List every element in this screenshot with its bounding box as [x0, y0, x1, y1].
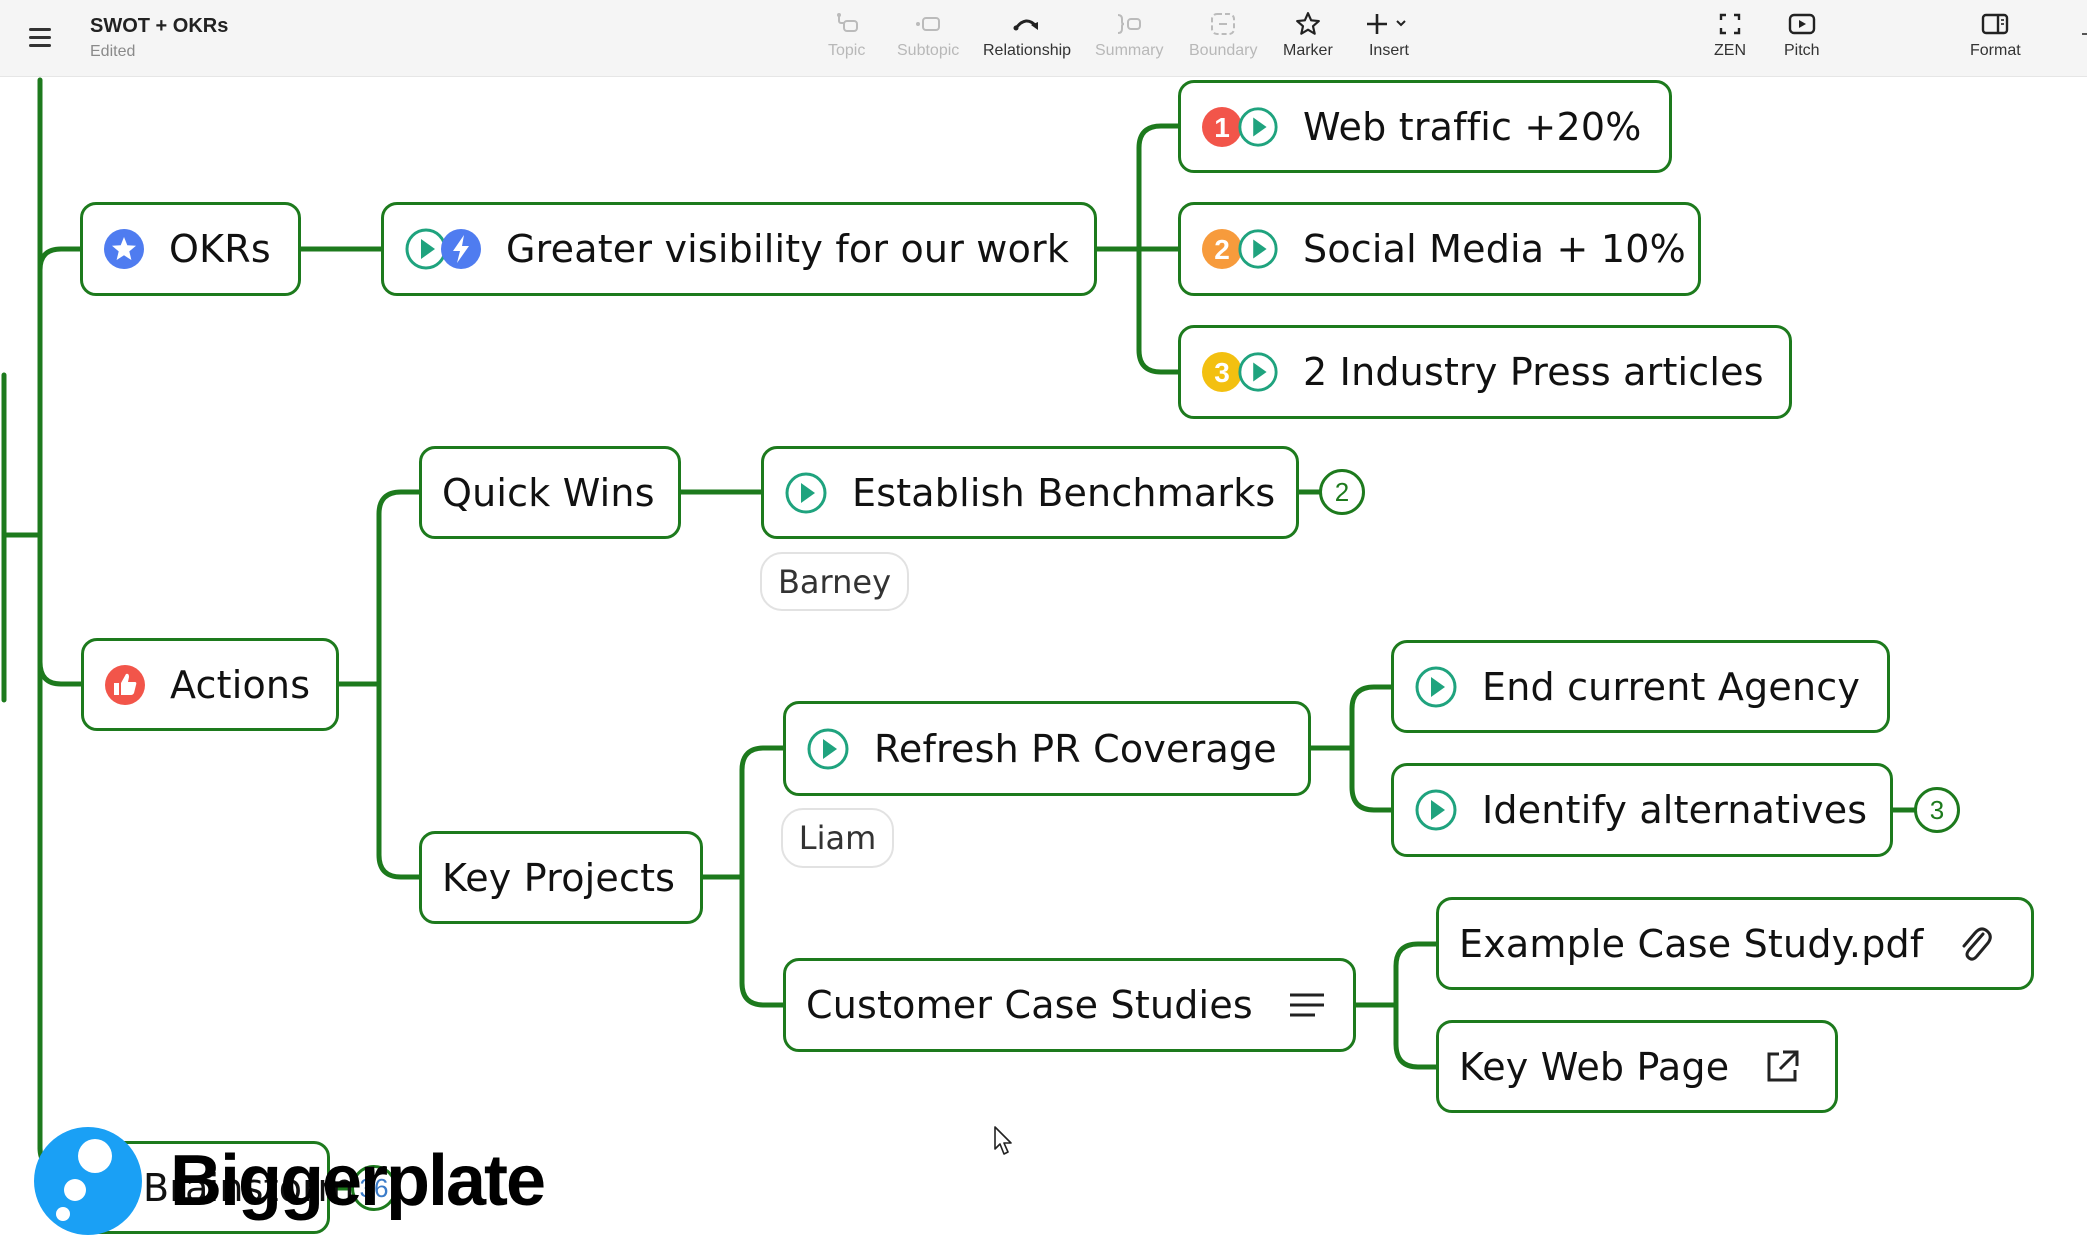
topic-social-media[interactable]: 2 Social Media + 10%	[1178, 202, 1701, 296]
toolbar: SWOT + OKRs Edited Topic Subtopic Relati…	[0, 0, 2087, 77]
task-start-icon	[1237, 228, 1279, 270]
format-panel-icon	[1980, 10, 2010, 38]
overflow-indicator	[2082, 33, 2087, 35]
topic-label: 2 Industry Press articles	[1303, 350, 1764, 394]
assignee-label-barney[interactable]: Barney	[760, 552, 909, 611]
watermark-text: Biggerplate	[170, 1141, 546, 1221]
topic-icon	[832, 10, 862, 38]
biggerplate-logo	[34, 1127, 142, 1235]
boundary-icon	[1208, 10, 1238, 38]
task-start-icon	[1237, 351, 1279, 393]
summary-brace-icon	[1114, 10, 1144, 38]
task-start-icon	[1414, 665, 1458, 709]
topic-refresh-pr-coverage[interactable]: Refresh PR Coverage	[783, 701, 1311, 796]
task-start-icon	[1237, 106, 1279, 148]
topic-label: Example Case Study.pdf	[1459, 921, 1924, 966]
collapsed-count-badge[interactable]: 3	[1914, 787, 1960, 833]
zen-button[interactable]: ZEN	[1714, 10, 1746, 70]
pitch-button[interactable]: Pitch	[1784, 10, 1820, 70]
svg-text:2: 2	[1214, 234, 1230, 265]
summary-button[interactable]: Summary	[1095, 10, 1163, 70]
relationship-button[interactable]: Relationship	[983, 10, 1071, 70]
topic-label: Key Web Page	[1459, 1044, 1730, 1089]
topic-label: End current Agency	[1482, 664, 1861, 709]
topic-label: Quick Wins	[442, 470, 655, 515]
topic-customer-case-studies[interactable]: Customer Case Studies	[783, 958, 1356, 1052]
topic-actions[interactable]: Actions	[81, 638, 339, 731]
svg-text:3: 3	[1214, 357, 1230, 388]
mouse-cursor-icon	[993, 1125, 1015, 1161]
chevron-down-icon	[1396, 20, 1406, 27]
topic-establish-benchmarks[interactable]: Establish Benchmarks	[761, 446, 1299, 539]
topic-label: Actions	[170, 662, 311, 707]
insert-button[interactable]: Insert	[1365, 10, 1413, 70]
star-marker-icon	[103, 228, 145, 270]
topic-label: Identify alternatives	[1482, 788, 1868, 832]
subtopic-button[interactable]: Subtopic	[897, 10, 959, 70]
star-icon	[1293, 10, 1323, 38]
document-status: Edited	[90, 43, 136, 60]
relationship-arrow-icon	[1012, 10, 1042, 38]
topic-quick-wins[interactable]: Quick Wins	[419, 446, 681, 539]
plus-icon	[1367, 14, 1406, 34]
topic-label: Customer Case Studies	[806, 983, 1253, 1027]
topic-end-current-agency[interactable]: End current Agency	[1391, 640, 1890, 733]
topic-key-projects[interactable]: Key Projects	[419, 831, 703, 924]
task-start-icon	[806, 727, 850, 771]
topic-label: Establish Benchmarks	[852, 470, 1276, 515]
task-start-icon	[1414, 788, 1458, 832]
subtopic-icon	[913, 10, 943, 38]
topic-label: OKRs	[169, 227, 271, 271]
notes-icon[interactable]	[1287, 990, 1327, 1020]
task-start-icon	[784, 471, 828, 515]
fullscreen-icon	[1715, 10, 1745, 38]
play-screen-icon	[1787, 10, 1817, 38]
topic-label: Social Media + 10%	[1303, 227, 1686, 271]
topic-label: Greater visibility for our work	[506, 227, 1070, 271]
collapsed-count-badge[interactable]: 2	[1319, 469, 1365, 515]
topic-greater-visibility[interactable]: Greater visibility for our work	[381, 202, 1097, 296]
topic-button[interactable]: Topic	[828, 10, 865, 70]
topic-industry-press[interactable]: 3 2 Industry Press articles	[1178, 325, 1792, 419]
topic-identify-alternatives[interactable]: Identify alternatives	[1391, 763, 1893, 857]
lightning-marker-icon	[440, 228, 482, 270]
attachment-icon[interactable]	[1957, 924, 1993, 964]
format-button[interactable]: Format	[1970, 10, 2021, 70]
topic-label: Key Projects	[442, 855, 676, 900]
svg-text:1: 1	[1214, 112, 1230, 143]
topic-example-case-study-pdf[interactable]: Example Case Study.pdf	[1436, 897, 2034, 990]
topic-label: Refresh PR Coverage	[874, 726, 1277, 771]
topic-okrs[interactable]: OKRs	[80, 202, 301, 296]
topic-key-web-page[interactable]: Key Web Page	[1436, 1020, 1838, 1113]
assignee-label-liam[interactable]: Liam	[781, 808, 894, 868]
thumbs-up-marker-icon	[104, 664, 146, 706]
external-link-icon[interactable]	[1763, 1048, 1801, 1086]
topic-web-traffic[interactable]: 1 Web traffic +20%	[1178, 80, 1672, 173]
marker-button[interactable]: Marker	[1283, 10, 1333, 70]
document-title[interactable]: SWOT + OKRs	[90, 15, 228, 38]
hamburger-menu-icon[interactable]	[26, 22, 56, 52]
topic-label: Web traffic +20%	[1303, 104, 1642, 149]
boundary-button[interactable]: Boundary	[1189, 10, 1258, 70]
